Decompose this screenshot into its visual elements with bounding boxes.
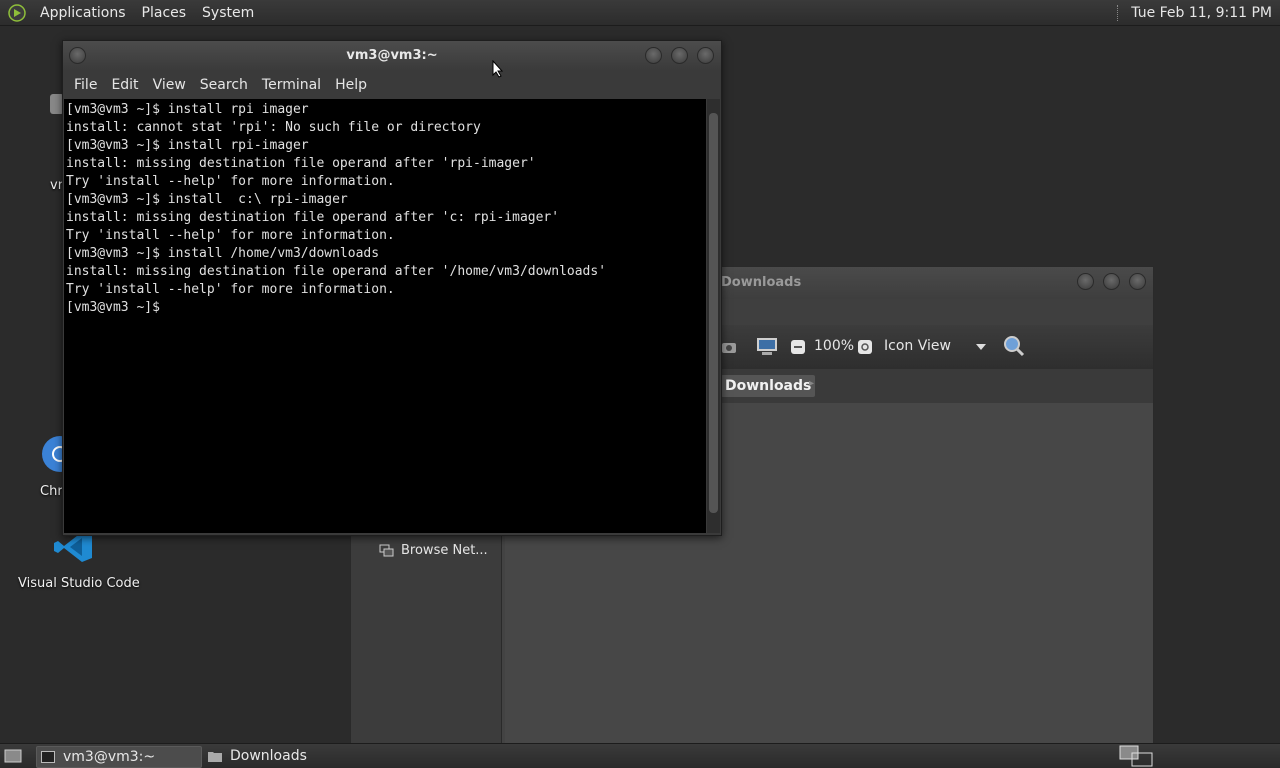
menu-view[interactable]: View — [146, 77, 193, 93]
clock[interactable]: Tue Feb 11, 9:11 PM — [1117, 0, 1272, 25]
workspace-switcher-icon[interactable] — [1118, 745, 1154, 767]
terminal-title: vm3@vm3:~ — [346, 48, 438, 63]
breadcrumb-arrow-icon[interactable]: ▸ — [809, 378, 814, 389]
mouse-cursor-icon — [492, 60, 504, 78]
camera-icon[interactable] — [721, 340, 737, 354]
computer-view-icon[interactable] — [756, 337, 778, 357]
terminal-icon — [41, 751, 55, 763]
terminal-line: install: missing destination file operan… — [66, 264, 607, 279]
folder-icon — [208, 752, 222, 762]
desktop-icon-vscode[interactable]: Visual Studio Code — [18, 530, 140, 591]
taskbar-item-label: vm3@vm3:~ — [63, 749, 156, 765]
sidebar-item-label: Browse Net... — [401, 543, 488, 558]
top-panel: Applications Places System Tue Feb 11, 9… — [0, 0, 1280, 26]
places-menu[interactable]: Places — [134, 5, 195, 21]
fm-window-title: Downloads — [721, 275, 802, 290]
minimize-button[interactable] — [1077, 273, 1094, 290]
terminal-titlebar[interactable]: vm3@vm3:~ — [63, 41, 721, 71]
terminal-line: [vm3@vm3 ~]$ install c:\ rpi-imager — [66, 192, 348, 207]
terminal-line: install: missing destination file operan… — [66, 156, 536, 171]
terminal-line: Try 'install --help' for more informatio… — [66, 174, 395, 189]
desktop-icon-label: Visual Studio Code — [18, 576, 140, 591]
network-icon — [379, 544, 394, 556]
terminal-line: Try 'install --help' for more informatio… — [66, 282, 395, 297]
zoom-level: 100% — [814, 338, 855, 354]
scrollbar-thumb[interactable] — [709, 113, 718, 513]
terminal-window[interactable]: vm3@vm3:~ File Edit View Search Terminal… — [62, 40, 722, 536]
menu-file[interactable]: File — [67, 77, 104, 93]
terminal-line: [vm3@vm3 ~]$ install /home/vm3/downloads — [66, 246, 380, 261]
terminal-scrollbar[interactable] — [707, 99, 720, 533]
bottom-panel: vm3@vm3:~ Downloads — [0, 743, 1280, 768]
view-mode-select[interactable]: Icon View — [884, 338, 951, 354]
terminal-line: install: cannot stat 'rpi': No such file… — [66, 120, 481, 135]
maximize-button[interactable] — [671, 47, 688, 64]
show-desktop-icon[interactable] — [4, 748, 22, 764]
close-button[interactable] — [1129, 273, 1146, 290]
clock-text: Tue Feb 11, 9:11 PM — [1131, 4, 1272, 21]
breadcrumb-downloads[interactable]: Downloads — [721, 375, 816, 397]
terminal-line: [vm3@vm3 ~]$ install rpi-imager — [66, 138, 309, 153]
sidebar-item-browse-network[interactable]: Browse Net... — [379, 543, 488, 558]
distro-logo-icon[interactable] — [8, 3, 26, 22]
zoom-in-icon[interactable] — [858, 340, 872, 354]
close-button[interactable] — [697, 47, 714, 64]
chevron-down-icon[interactable] — [975, 343, 987, 351]
terminal-line: Try 'install --help' for more informatio… — [66, 228, 395, 243]
panel-separator — [1117, 4, 1121, 21]
terminal-output[interactable]: [vm3@vm3 ~]$ install rpi imager install: … — [64, 99, 706, 533]
menu-search[interactable]: Search — [193, 77, 255, 93]
menu-terminal[interactable]: Terminal — [255, 77, 328, 93]
minimize-button[interactable] — [645, 47, 662, 64]
search-icon[interactable] — [1003, 335, 1025, 357]
terminal-line: install: missing destination file operan… — [66, 210, 560, 225]
terminal-line: [vm3@vm3 ~]$ install rpi imager — [66, 102, 309, 117]
maximize-button[interactable] — [1103, 273, 1120, 290]
zoom-out-icon[interactable] — [791, 340, 805, 354]
taskbar-item-label: Downloads — [230, 748, 307, 764]
terminal-menubar: File Edit View Search Terminal Help — [63, 71, 721, 99]
taskbar-item-terminal[interactable]: vm3@vm3:~ — [36, 746, 202, 768]
taskbar-item-downloads[interactable]: Downloads — [204, 746, 404, 766]
menu-help[interactable]: Help — [328, 77, 374, 93]
applications-menu[interactable]: Applications — [32, 5, 134, 21]
system-menu[interactable]: System — [194, 5, 262, 21]
menu-edit[interactable]: Edit — [104, 77, 145, 93]
terminal-prompt-line: [vm3@vm3 ~]$ — [66, 300, 168, 315]
